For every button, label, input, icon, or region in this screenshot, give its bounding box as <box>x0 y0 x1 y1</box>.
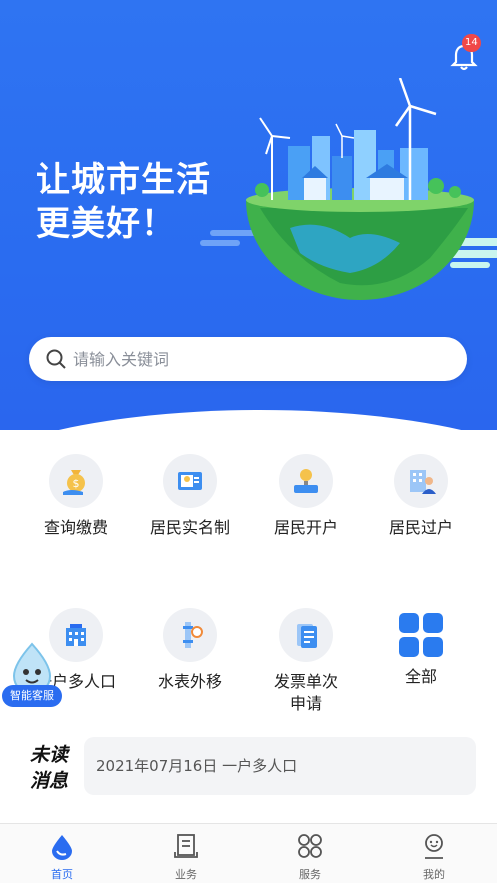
service-open-account[interactable]: 居民开户 <box>248 454 364 539</box>
tab-home[interactable]: 首页 <box>0 824 124 883</box>
search-bar[interactable] <box>29 337 467 381</box>
hero-banner: 14 让城市生活 更美好！ <box>0 0 497 430</box>
all-grid-icon <box>399 613 443 657</box>
service-label: 查询缴费 <box>43 518 108 537</box>
unread-title: 未读 消息 <box>18 742 80 794</box>
user-icon <box>425 834 443 859</box>
money-bag-icon: $ <box>49 454 103 508</box>
service-label: 全部 <box>404 667 437 686</box>
search-icon <box>46 349 66 369</box>
service-invoice[interactable]: 发票单次申请 <box>248 608 364 715</box>
service-query-pay[interactable]: $ 查询缴费 <box>18 454 134 539</box>
bottom-tabbar: 首页 业务 服务 我的 <box>0 823 497 883</box>
tab-label: 服务 <box>299 868 321 881</box>
tab-label: 首页 <box>51 868 73 881</box>
unread-message-card[interactable]: 2021年07月16日 一户多人口 <box>84 737 476 795</box>
document-icon <box>174 834 198 858</box>
invoice-icon <box>279 608 333 662</box>
id-card-icon <box>163 454 217 508</box>
slogan-line1: 让城市生活 <box>36 160 211 200</box>
service-label: 居民过户 <box>388 518 453 537</box>
tab-business[interactable]: 业务 <box>124 824 248 883</box>
tab-service[interactable]: 服务 <box>248 824 372 883</box>
water-drop-icon <box>52 835 72 860</box>
service-label: 发票单次申请 <box>273 672 338 713</box>
unread-title-line1: 未读 <box>29 744 68 766</box>
hero-slogan: 让城市生活 更美好！ <box>36 158 211 246</box>
tab-label: 业务 <box>175 868 197 881</box>
service-transfer[interactable]: 居民过户 <box>363 454 479 539</box>
service-meter-move[interactable]: 水表外移 <box>132 608 248 693</box>
assistant-label[interactable]: 智能客服 <box>2 685 62 707</box>
svg-text:$: $ <box>73 477 80 490</box>
meter-tap-icon <box>279 454 333 508</box>
grid-icon <box>298 834 322 858</box>
tab-mine[interactable]: 我的 <box>372 824 496 883</box>
hero-curve-bg <box>0 410 497 430</box>
search-input[interactable] <box>73 337 443 381</box>
service-label: 居民实名制 <box>149 518 230 537</box>
notification-badge: 14 <box>462 34 481 52</box>
service-label: 居民开户 <box>273 518 338 537</box>
tab-label: 我的 <box>423 868 445 881</box>
unread-message-text: 2021年07月16日 一户多人口 <box>96 757 298 775</box>
service-all[interactable]: 全部 <box>363 608 479 688</box>
service-real-name[interactable]: 居民实名制 <box>132 454 248 539</box>
pipe-meter-icon <box>163 608 217 662</box>
unread-title-line2: 消息 <box>29 770 68 792</box>
slogan-line2: 更美好！ <box>36 204 176 244</box>
service-label: 水表外移 <box>157 672 222 691</box>
building-person-icon <box>394 454 448 508</box>
globe-city-illustration <box>200 78 497 300</box>
